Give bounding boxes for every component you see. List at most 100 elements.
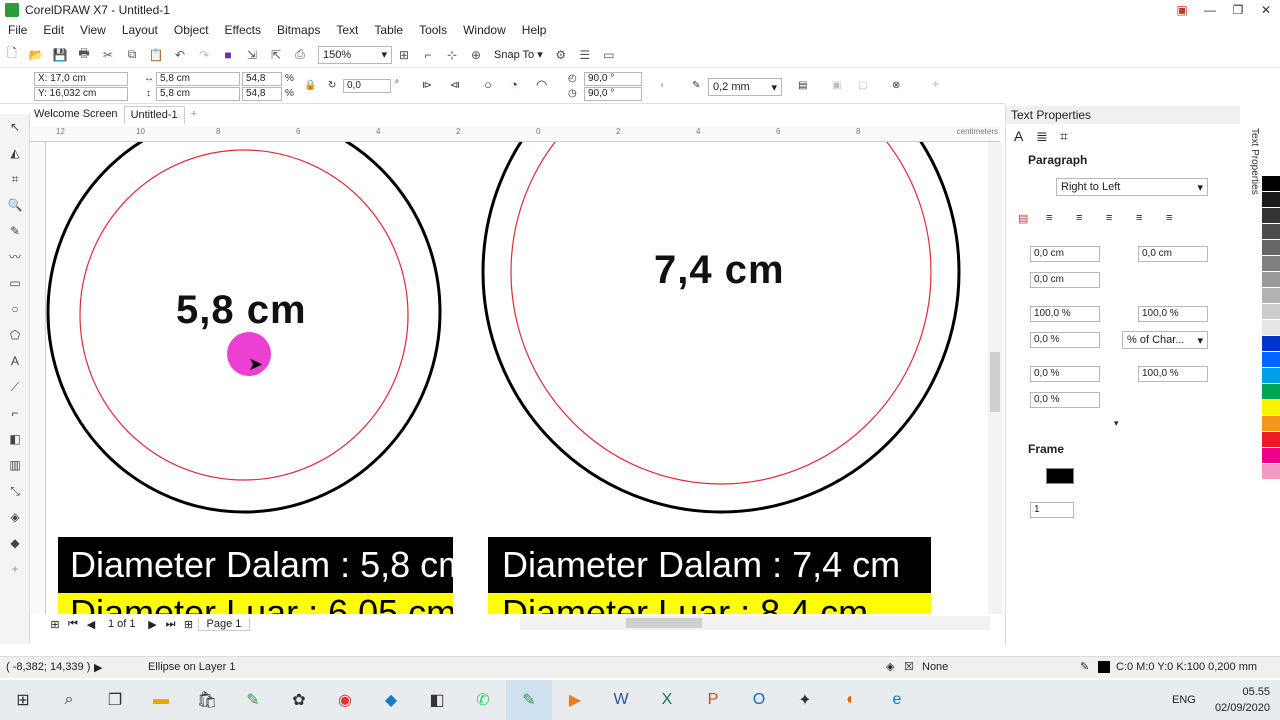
paste-icon[interactable]: 📋 — [146, 46, 166, 64]
palette-swatch[interactable] — [1262, 224, 1280, 240]
palette-swatch[interactable] — [1262, 160, 1280, 176]
publish-pdf-icon[interactable]: ⎙ — [290, 46, 310, 64]
close-button[interactable]: ✕ — [1252, 0, 1280, 20]
smart-fill-tool-icon[interactable]: ◆ — [0, 530, 30, 556]
ellipse-icon[interactable]: ○ — [484, 78, 492, 91]
menu-file[interactable]: File — [0, 23, 35, 37]
open-icon[interactable]: 📂 — [26, 46, 46, 64]
word-spacing-field[interactable]: 100,0 % — [1138, 366, 1208, 382]
crop-tool-icon[interactable]: ⌗ — [0, 166, 30, 192]
palette-swatch[interactable] — [1262, 208, 1280, 224]
guidelines-icon[interactable]: ⊕ — [466, 46, 486, 64]
interactive-fill-tool-icon[interactable]: ◈ — [0, 504, 30, 530]
cut-icon[interactable]: ✂ — [98, 46, 118, 64]
pie-icon[interactable]: ◔ — [510, 78, 518, 91]
redo-icon[interactable]: ↷ — [194, 46, 214, 64]
menu-edit[interactable]: Edit — [35, 23, 72, 37]
inner-circle-right[interactable] — [510, 142, 932, 485]
left-indent-field[interactable]: 0,0 cm — [1030, 272, 1100, 288]
character-tab-icon[interactable]: A — [1014, 128, 1023, 144]
to-front-icon[interactable]: ▣ — [832, 80, 841, 92]
menu-table[interactable]: Table — [366, 23, 411, 37]
first-line-indent-field[interactable]: 0,0 cm — [1030, 246, 1100, 262]
firefox-icon[interactable]: ◐ — [828, 680, 874, 720]
to-back-icon[interactable]: ▢ — [858, 80, 867, 92]
palette-swatch[interactable] — [1262, 320, 1280, 336]
align-none-icon[interactable]: ▤ — [1018, 212, 1028, 225]
zoom-level-select[interactable]: 150% ▾ — [318, 45, 392, 64]
end-angle-field[interactable]: 90,0 ° — [584, 87, 642, 101]
powerpoint-icon[interactable]: P — [690, 680, 736, 720]
page-tab-1[interactable]: Page 1 — [197, 617, 251, 631]
paragraph-section-title[interactable]: Paragraph — [1028, 153, 1087, 167]
pick-tool-icon[interactable]: ↖ — [0, 114, 30, 140]
info-box-right[interactable]: Diameter Dalam : 7,4 cm Diameter Luar : … — [488, 537, 931, 614]
print-icon[interactable]: 🖶 — [74, 46, 94, 64]
snap-to-button[interactable]: Snap To ▾ — [488, 48, 549, 61]
menu-view[interactable]: View — [72, 23, 114, 37]
copy-icon[interactable]: ⧉ — [122, 46, 142, 64]
frame-tab-icon[interactable]: ⌗ — [1060, 128, 1068, 145]
columns-field[interactable]: 1 — [1030, 502, 1074, 518]
word-icon[interactable]: W — [598, 680, 644, 720]
task-view-icon[interactable]: ❐ — [92, 680, 138, 720]
palette-swatch[interactable] — [1262, 416, 1280, 432]
palette-swatch[interactable] — [1262, 272, 1280, 288]
app-icon[interactable]: ◧ — [414, 680, 460, 720]
width-field[interactable]: 5,8 cm — [156, 72, 240, 86]
coreldraw-taskbar-icon[interactable]: ✎ — [506, 680, 552, 720]
full-screen-icon[interactable]: ⊞ — [394, 46, 414, 64]
menu-text[interactable]: Text — [328, 23, 366, 37]
lock-ratio-icon[interactable]: 🔒 — [304, 80, 316, 92]
minimize-button[interactable]: — — [1196, 0, 1224, 20]
palette-swatch[interactable] — [1262, 352, 1280, 368]
arc-icon[interactable]: ◠ — [536, 78, 547, 91]
zoom-tool-icon[interactable]: 🔍 — [0, 192, 30, 218]
transparency-tool-icon[interactable]: ▥ — [0, 452, 30, 478]
vertical-ruler[interactable] — [30, 142, 46, 614]
undo-icon[interactable]: ↶ — [170, 46, 190, 64]
freehand-tool-icon[interactable]: ✎ — [0, 218, 30, 244]
eyedropper-tool-icon[interactable]: ⤡ — [0, 478, 30, 504]
space-after-field[interactable]: 0,0 % — [1030, 332, 1100, 348]
frame-fill-swatch[interactable] — [1046, 468, 1074, 484]
palette-swatch[interactable] — [1262, 256, 1280, 272]
restore-button[interactable]: ❐ — [1224, 0, 1252, 20]
circle-label-right[interactable]: 7,4 cm — [654, 248, 785, 293]
start-icon[interactable]: ⊞ — [0, 680, 46, 720]
play-icon[interactable]: ▶ — [94, 661, 102, 674]
parallel-dimension-tool-icon[interactable]: ⟋ — [0, 374, 30, 400]
text-direction-select[interactable]: Right to Left ▾ — [1056, 178, 1208, 196]
tab-welcome-screen[interactable]: Welcome Screen — [28, 106, 124, 124]
import-icon[interactable]: ⇲ — [242, 46, 262, 64]
palette-swatch[interactable] — [1262, 288, 1280, 304]
align-left-icon[interactable]: ≡ — [1046, 212, 1052, 224]
x-position-field[interactable]: X: 17,0 cm — [34, 72, 128, 86]
height-field[interactable]: 5,8 cm — [156, 87, 240, 101]
force-justify-icon[interactable]: ≡ — [1166, 212, 1172, 224]
palette-swatch[interactable] — [1262, 400, 1280, 416]
ellipse-tool-icon[interactable]: ○ — [0, 296, 30, 322]
info-box-left[interactable]: Diameter Dalam : 5,8 cm Diameter Luar : … — [58, 537, 453, 614]
drawing-canvas[interactable]: 5,8 cm 7,4 cm ➤ Diameter Dalam : 5,8 cm … — [46, 142, 988, 614]
outer-circle-right[interactable] — [481, 142, 961, 514]
file-explorer-icon[interactable]: ▬ — [138, 680, 184, 720]
menu-help[interactable]: Help — [514, 23, 555, 37]
horizontal-scroll-thumb[interactable] — [626, 618, 702, 628]
prev-page-icon[interactable]: ◀ — [82, 618, 100, 631]
palette-swatch[interactable] — [1262, 176, 1280, 192]
rulers-icon[interactable]: ⌐ — [418, 46, 438, 64]
app-icon[interactable]: ◆ — [368, 680, 414, 720]
vertical-scroll-thumb[interactable] — [990, 352, 1000, 412]
palette-swatch[interactable] — [1262, 384, 1280, 400]
text-tool-icon[interactable]: A — [0, 348, 30, 374]
first-page-icon[interactable]: ⏮ — [64, 618, 82, 631]
menu-effects[interactable]: Effects — [217, 23, 269, 37]
rectangle-tool-icon[interactable]: ▭ — [0, 270, 30, 296]
last-page-icon[interactable]: ⏭ — [162, 618, 180, 631]
scale-width-field[interactable]: 54,8 — [242, 72, 282, 86]
polygon-tool-icon[interactable]: ⬠ — [0, 322, 30, 348]
excel-icon[interactable]: X — [644, 680, 690, 720]
menu-bitmaps[interactable]: Bitmaps — [269, 23, 328, 37]
add-icon[interactable]: + — [932, 77, 940, 90]
